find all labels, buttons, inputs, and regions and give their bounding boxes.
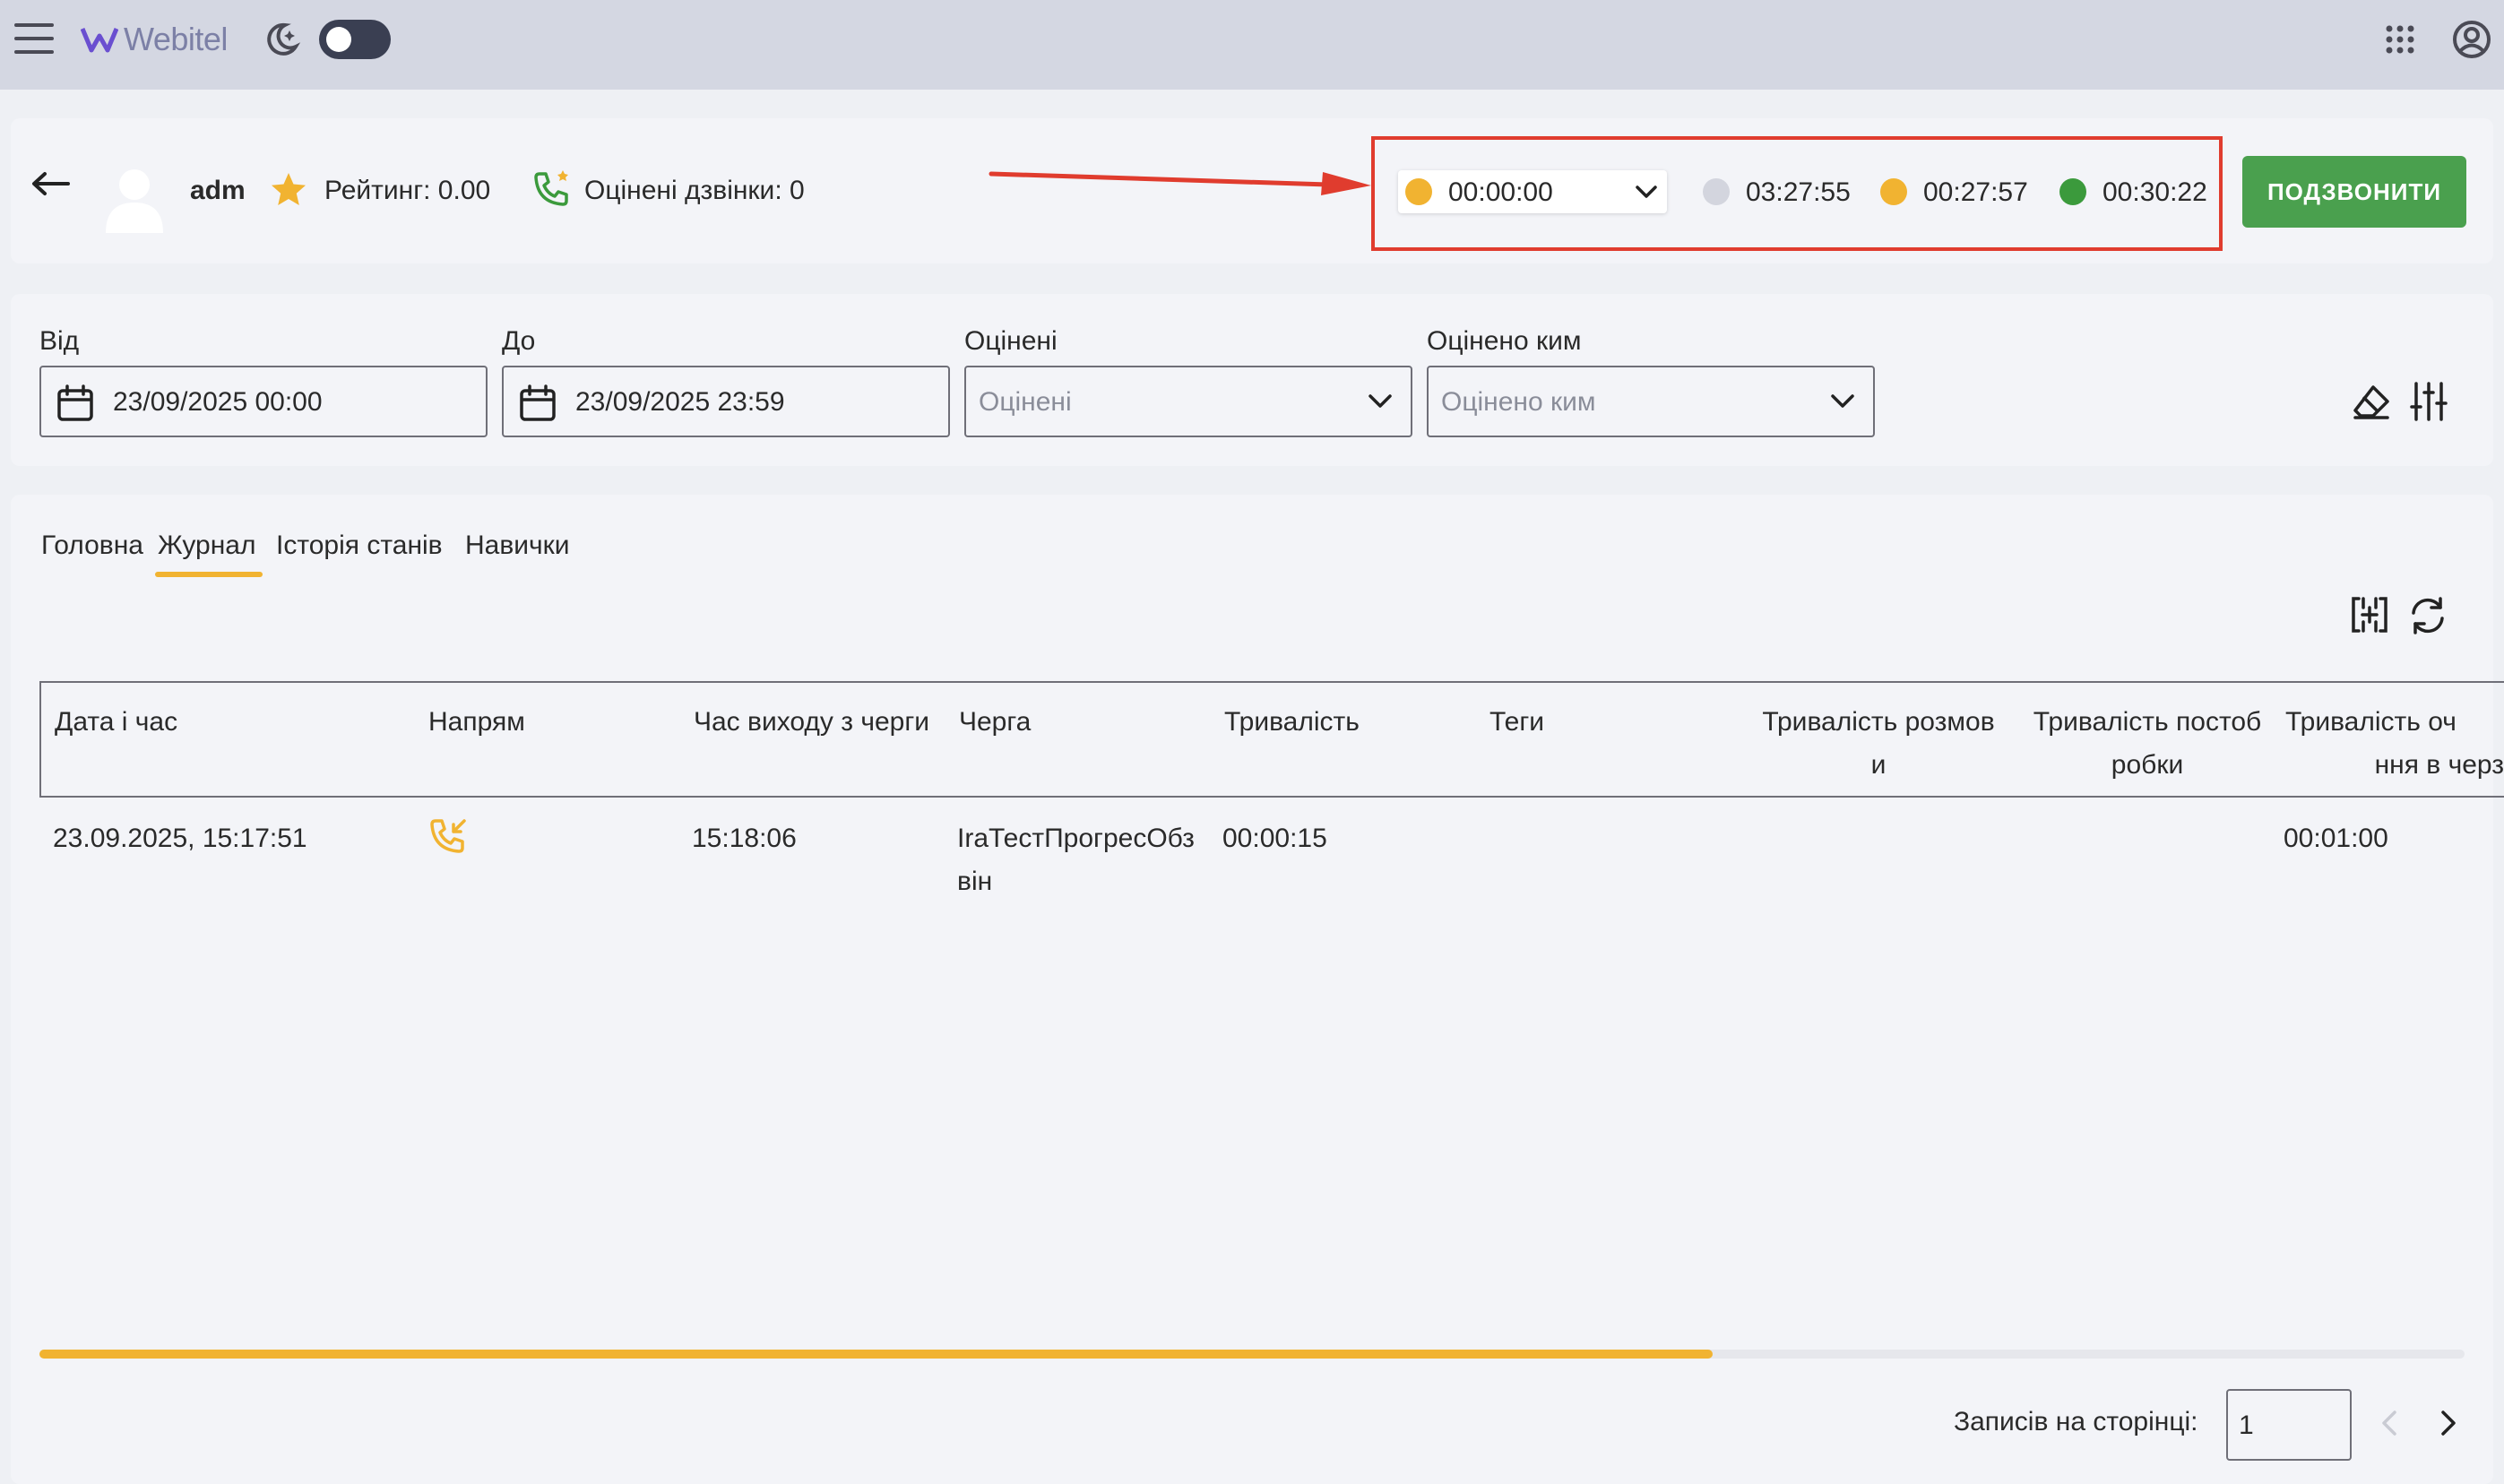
tab-state-history[interactable]: Історія станів: [276, 531, 443, 561]
rated-calls: Оцінені дзвінки: 0: [584, 176, 805, 205]
cell-datetime: 23.09.2025, 15:17:51: [53, 824, 307, 853]
rated-select[interactable]: Оцінені: [964, 366, 1412, 437]
from-date-value: 23/09/2025 00:00: [113, 387, 323, 417]
apps-grid-icon[interactable]: [2384, 23, 2416, 56]
to-date-value: 23/09/2025 23:59: [575, 387, 785, 417]
active-tab-indicator: [155, 572, 263, 577]
columns-settings-icon[interactable]: [2350, 595, 2389, 634]
calendar-icon: [520, 384, 556, 421]
rated-placeholder: Оцінені: [979, 387, 1072, 417]
timer-pause-dot: [1880, 178, 1907, 205]
rated-call-icon: [534, 170, 568, 206]
cell-queue-line2: він: [957, 867, 993, 896]
refresh-icon[interactable]: [2407, 595, 2448, 636]
calendar-icon: [57, 384, 93, 421]
account-icon[interactable]: [2452, 20, 2491, 59]
from-date-field[interactable]: 23/09/2025 00:00: [39, 366, 488, 437]
col-header-queue-exit[interactable]: Час виходу з черги: [694, 701, 929, 744]
annotation-arrow-icon: [989, 171, 1371, 195]
rated-by-placeholder: Оцінено ким: [1441, 387, 1596, 417]
filter-settings-icon[interactable]: [2409, 380, 2448, 423]
rated-by-select[interactable]: Оцінено ким: [1427, 366, 1875, 437]
star-icon: [272, 173, 306, 205]
col-header-post-duration-line1: Тривалість постоб: [2033, 707, 2262, 737]
chevron-down-icon: [1636, 186, 1657, 198]
call-button[interactable]: ПОДЗВОНИТИ: [2242, 156, 2466, 228]
tab-journal[interactable]: Журнал: [158, 531, 255, 561]
timer-offline: 03:27:55: [1746, 177, 1851, 207]
cell-queue: IraТестПрогресОбз він: [957, 817, 1195, 903]
col-header-queue[interactable]: Черга: [959, 701, 1031, 744]
logo-text: Webitel: [124, 21, 228, 57]
col-header-tags[interactable]: Теги: [1489, 701, 1544, 744]
horizontal-scroll-thumb[interactable]: [39, 1350, 1714, 1359]
col-header-direction[interactable]: Напрям: [428, 701, 525, 744]
per-page-label: Записів на сторінці:: [1954, 1407, 2198, 1437]
main-panel: [11, 495, 2493, 1484]
col-header-talk-duration-line2: и: [1870, 750, 1887, 780]
eraser-icon[interactable]: [2352, 382, 2391, 421]
status-select[interactable]: 00:00:00: [1398, 170, 1667, 213]
to-date-field[interactable]: 23/09/2025 23:59: [502, 366, 950, 437]
col-header-post-duration[interactable]: Тривалість постоб робки: [2022, 701, 2273, 787]
next-page-icon[interactable]: [2434, 1407, 2461, 1439]
col-header-talk-duration-line1: Тривалість розмов: [1762, 707, 1995, 737]
timer-online-dot: [2059, 178, 2086, 205]
webitel-logo-icon: [81, 28, 118, 53]
timer-online: 00:30:22: [2102, 177, 2207, 207]
tab-skills[interactable]: Навички: [465, 531, 570, 561]
rated-label: Оцінені: [964, 326, 1058, 356]
cell-wait-duration: 00:01:00: [2284, 824, 2388, 853]
status-select-value: 00:00:00: [1448, 177, 1553, 207]
chevron-down-icon: [1831, 394, 1854, 408]
menu-icon[interactable]: [14, 23, 54, 56]
timer-pause: 00:27:57: [1923, 177, 2028, 207]
col-header-post-duration-line2: робки: [2111, 750, 2184, 780]
agent-rating: Рейтинг: 0.00: [324, 176, 491, 205]
inbound-call-icon: [430, 819, 466, 853]
col-header-wait-duration-line1: Тривалість оч: [2285, 707, 2457, 737]
timer-offline-dot: [1703, 178, 1730, 205]
from-label: Від: [39, 326, 80, 356]
cell-queue-line1: IraТестПрогресОбз: [957, 824, 1195, 853]
tab-main[interactable]: Головна: [41, 531, 143, 561]
col-header-duration[interactable]: Тривалість: [1224, 701, 1360, 744]
back-arrow-icon[interactable]: [30, 170, 70, 197]
col-header-wait-duration[interactable]: Тривалість оч ння в черз: [2285, 701, 2504, 787]
cell-queue-exit: 15:18:06: [692, 824, 797, 853]
col-header-talk-duration[interactable]: Тривалість розмов и: [1753, 701, 2004, 787]
to-label: До: [502, 326, 536, 356]
chevron-down-icon: [1369, 394, 1392, 408]
agent-name: adm: [190, 176, 246, 205]
logo: Webitel: [81, 20, 228, 59]
per-page-value: 1: [2239, 1411, 2254, 1440]
moon-icon: [267, 22, 301, 56]
per-page-input[interactable]: 1: [2226, 1389, 2352, 1461]
rated-by-label: Оцінено ким: [1427, 326, 1582, 356]
avatar: [106, 169, 163, 233]
prev-page-icon[interactable]: [2377, 1407, 2404, 1439]
col-header-datetime[interactable]: Дата і час: [55, 701, 177, 744]
theme-toggle[interactable]: [319, 20, 391, 59]
col-header-wait-duration-line2: ння в черз: [2374, 750, 2504, 780]
status-dot: [1405, 178, 1432, 205]
top-bar: Webitel: [0, 0, 2504, 90]
cell-duration: 00:00:15: [1222, 824, 1327, 853]
